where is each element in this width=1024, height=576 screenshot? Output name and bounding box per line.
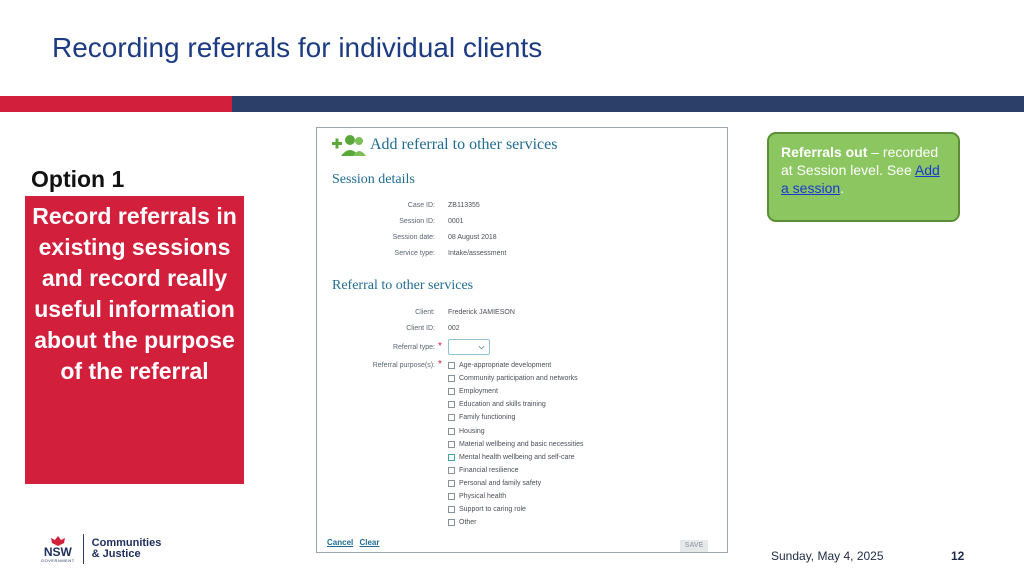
field-label: Referral type: — [392, 344, 435, 351]
checkbox[interactable] — [448, 401, 455, 409]
purpose-checkbox-item[interactable]: Community participation and networks — [448, 375, 578, 383]
field-value: Frederick JAMIESON — [448, 309, 515, 316]
purpose-checkbox-item[interactable]: Family functioning — [448, 414, 516, 422]
field-label: Client: — [415, 309, 435, 316]
checkbox-label: Personal and family safety — [459, 479, 542, 487]
option-description-box: Record referrals in existing sessions an… — [25, 196, 244, 484]
checkbox[interactable] — [448, 466, 455, 474]
logo-divider — [82, 534, 84, 564]
dept-line-2: & Justice — [91, 548, 141, 560]
nsw-text: NSW — [43, 544, 72, 559]
checkbox-label: Employment — [459, 388, 498, 396]
section-referral: Referral to other services — [332, 278, 474, 293]
field-label: Referral purpose(s): — [372, 362, 435, 369]
field-label: Session date: — [392, 234, 435, 241]
callout-bold-text: Referrals out — [781, 144, 868, 160]
form-footer: Cancel Clear — [327, 538, 383, 547]
option-label: Option 1 — [31, 166, 125, 192]
checkbox[interactable] — [448, 388, 455, 396]
checkbox[interactable] — [448, 506, 455, 514]
field-label: Service type: — [394, 250, 435, 257]
checkbox[interactable] — [448, 453, 455, 461]
purpose-checkbox-item[interactable]: Financial resilience — [448, 466, 519, 474]
checkbox[interactable] — [448, 519, 455, 527]
field-value: Intake/assessment — [448, 250, 507, 257]
save-button[interactable]: SAVE — [680, 540, 708, 552]
checkbox-label: Physical health — [459, 493, 507, 500]
purpose-checkbox-item[interactable]: Physical health — [448, 493, 506, 500]
chevron-down-icon — [478, 345, 485, 350]
referral-form-screenshot: Add referral to other services Session d… — [316, 127, 728, 553]
required-marker: * — [438, 341, 442, 352]
checkbox[interactable] — [448, 362, 455, 369]
section-session-details: Session details — [332, 172, 415, 187]
field-value: 08 August 2018 — [448, 234, 497, 241]
checkbox-label: Material wellbeing and basic necessities — [459, 440, 584, 448]
checkbox-label: Housing — [459, 427, 485, 435]
checkbox-label: Family functioning — [459, 414, 516, 422]
clear-link[interactable]: Clear — [359, 538, 379, 547]
field-value: 002 — [448, 325, 460, 332]
checkbox-label: Community participation and networks — [459, 375, 578, 383]
purpose-checkbox-item[interactable]: Mental health wellbeing and self-care — [448, 453, 575, 461]
footer-date: Sunday, May 4, 2025 — [771, 549, 884, 563]
field-label: Session ID: — [399, 218, 435, 225]
purpose-checkbox-item[interactable]: Other — [448, 519, 477, 527]
field-label: Client ID: — [406, 325, 435, 332]
callout-tail: . — [840, 180, 845, 196]
checkbox[interactable] — [448, 440, 455, 448]
referral-type-select[interactable] — [448, 339, 490, 355]
checkbox[interactable] — [448, 427, 455, 435]
purpose-checkbox-item[interactable]: Support to caring role — [448, 506, 526, 514]
checkbox-label: Age-appropriate development — [459, 362, 552, 369]
purpose-checkbox-item[interactable]: Employment — [448, 388, 498, 396]
field-value: 0001 — [448, 218, 464, 225]
waratah-icon — [50, 535, 65, 546]
add-people-icon — [332, 135, 366, 156]
nsw-communities-justice-logo: NSW GOVERNMENT Communities & Justice — [41, 534, 161, 564]
purpose-checkbox-item[interactable]: Age-appropriate development — [448, 362, 551, 369]
government-text: GOVERNMENT — [41, 557, 75, 563]
form-header: Add referral to other services — [331, 132, 557, 158]
purpose-checkbox-item[interactable]: Education and skills training — [448, 401, 546, 409]
page-number: 12 — [951, 549, 965, 563]
checkbox[interactable] — [448, 414, 455, 422]
header-band-blue — [232, 96, 1024, 112]
checkbox-label: Other — [459, 519, 477, 527]
checkbox-label: Support to caring role — [459, 506, 526, 514]
checkbox[interactable] — [448, 375, 455, 383]
field-label: Case ID: — [407, 202, 435, 209]
checkbox-label: Financial resilience — [459, 466, 519, 474]
slide-title: Recording referrals for individual clien… — [52, 32, 543, 63]
header-band-red — [0, 96, 232, 112]
nsw-government-logo: NSW GOVERNMENT — [41, 535, 75, 563]
referrals-out-callout: Referrals out – recorded at Session leve… — [767, 132, 960, 222]
purpose-checkbox-item[interactable]: Personal and family safety — [448, 479, 542, 487]
purpose-checkbox-item[interactable]: Housing — [448, 427, 485, 435]
department-name: Communities & Justice — [92, 538, 162, 560]
checkbox[interactable] — [448, 479, 455, 487]
field-value: ZB113355 — [448, 202, 480, 209]
required-marker: * — [438, 359, 442, 370]
checkbox-label: Education and skills training — [459, 401, 546, 409]
checkbox[interactable] — [448, 493, 455, 500]
purpose-checkbox-item[interactable]: Material wellbeing and basic necessities — [448, 440, 584, 448]
checkbox-label: Mental health wellbeing and self-care — [459, 453, 575, 461]
form-title: Add referral to other services — [370, 136, 558, 153]
cancel-link[interactable]: Cancel — [327, 538, 353, 547]
